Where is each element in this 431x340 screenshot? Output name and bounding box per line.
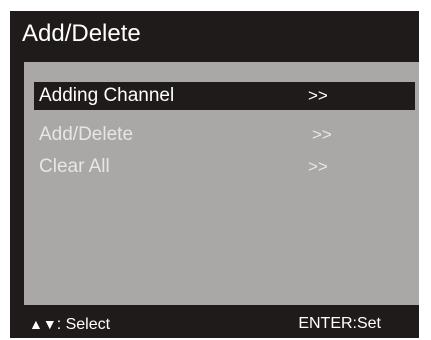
title-bar: Add/Delete (10, 11, 419, 55)
up-down-arrows-icon: ▲▼ (29, 316, 57, 332)
menu-item-label: Add/Delete (39, 124, 134, 145)
menu-item-adding-channel[interactable]: Adding Channel >> (34, 82, 415, 110)
menu-item-add-delete[interactable]: Add/Delete >> (34, 121, 415, 149)
osd-menu-window: Add/Delete Adding Channel >> Add/Delete … (10, 11, 419, 338)
submenu-arrow-icon: >> (312, 125, 332, 144)
page-title: Add/Delete (22, 20, 141, 47)
menu-item-label: Clear All (39, 156, 110, 177)
enter-hint: ENTER:Set (298, 315, 381, 332)
submenu-arrow-icon: >> (308, 86, 328, 105)
select-hint-label: : Select (56, 316, 111, 333)
menu-panel: Adding Channel >> Add/Delete >> Clear Al… (24, 62, 419, 305)
menu-item-label: Adding Channel (39, 85, 175, 106)
select-hint: ▲▼: Select (29, 314, 110, 335)
menu-item-clear-all[interactable]: Clear All >> (34, 153, 415, 181)
footer-hint-bar: ▲▼: Select ENTER:Set (10, 307, 419, 338)
submenu-arrow-icon: >> (308, 157, 328, 176)
